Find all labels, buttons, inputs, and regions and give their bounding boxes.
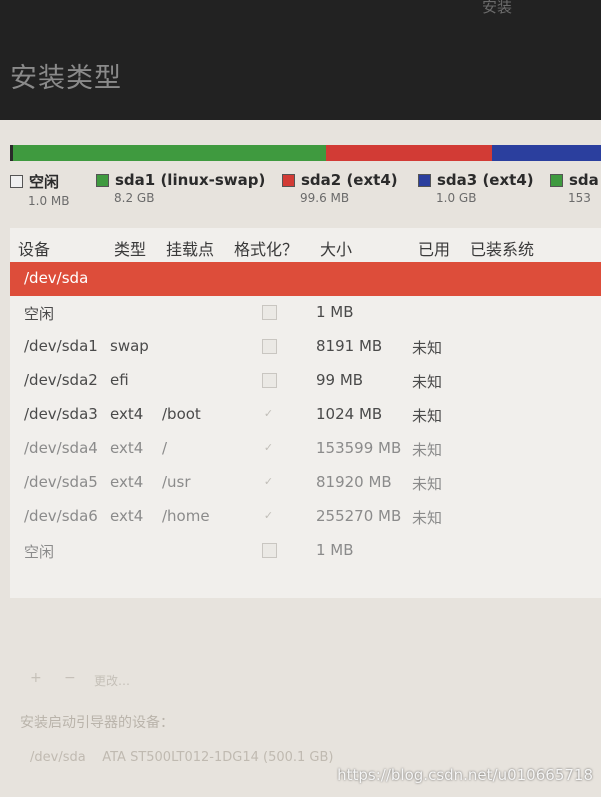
cell-device: /dev/sda2 bbox=[24, 371, 98, 389]
legend-item: sda2 (ext4) 99.6 MB bbox=[282, 171, 398, 205]
cell-device: /dev/sda4 bbox=[24, 439, 98, 457]
format-checkbox[interactable] bbox=[262, 305, 277, 320]
legend-item: sda 153 bbox=[550, 171, 599, 205]
cell-device: /dev/sda6 bbox=[24, 507, 98, 525]
legend-name: sda2 (ext4) bbox=[301, 171, 398, 189]
legend-size: 1.0 GB bbox=[436, 191, 477, 205]
cell-device: 空闲 bbox=[24, 305, 55, 323]
page-title: 安装类型 bbox=[10, 63, 122, 94]
table-row[interactable]: 空闲 1 MB bbox=[10, 296, 601, 330]
header-type[interactable]: 类型 bbox=[114, 236, 146, 260]
partition-segment-sda2 bbox=[326, 145, 492, 161]
bootloader-label: 安装启动引导器的设备： bbox=[20, 715, 174, 731]
cell-used: 未知 bbox=[412, 373, 443, 391]
cell-mount: /home bbox=[162, 507, 210, 525]
table-row[interactable]: /dev/sda6 ext4/home ✓ 255270 MB 未知 bbox=[10, 500, 601, 534]
header-used[interactable]: 已用 bbox=[418, 236, 450, 260]
cell-size: 8191 MB bbox=[316, 337, 383, 355]
legend-swatch-icon bbox=[282, 173, 295, 187]
cell-mount: /boot bbox=[162, 405, 201, 423]
cell-type: ext4 bbox=[110, 507, 144, 525]
cell-device: 空闲 bbox=[24, 543, 55, 561]
partition-legend: 空闲 1.0 MB sda1 (linux-swap) 8.2 GB sda2 (ext… bbox=[10, 171, 601, 215]
cell-device: /dev/sda5 bbox=[24, 473, 98, 491]
header-installed[interactable]: 已装系统 bbox=[470, 236, 534, 260]
table-row[interactable]: 空闲 1 MB bbox=[10, 534, 601, 568]
remove-partition-button[interactable]: − bbox=[64, 670, 76, 686]
legend-swatch-icon bbox=[418, 173, 431, 187]
cell-used: 未知 bbox=[412, 407, 443, 425]
format-checkbox[interactable] bbox=[262, 339, 277, 354]
watermark: https://blog.csdn.net/u010665718 bbox=[337, 766, 593, 784]
add-partition-button[interactable]: + bbox=[30, 670, 42, 686]
legend-item: 空闲 1.0 MB bbox=[10, 171, 69, 208]
cell-used: 未知 bbox=[412, 475, 443, 493]
legend-item: sda1 (linux-swap) 8.2 GB bbox=[96, 171, 265, 205]
legend-size: 153 bbox=[568, 191, 591, 205]
legend-size: 1.0 MB bbox=[28, 194, 70, 208]
cell-type: efi bbox=[110, 371, 129, 389]
bootloader-device: /dev/sda bbox=[30, 750, 86, 765]
cell-device: /dev/sda bbox=[24, 269, 89, 287]
header-device[interactable]: 设备 bbox=[18, 236, 50, 260]
cell-mount: / bbox=[162, 439, 168, 457]
legend-name: 空闲 bbox=[29, 173, 60, 191]
partition-segment-sda1 bbox=[12, 145, 327, 161]
window-header: 安装 安装类型 bbox=[0, 0, 601, 120]
partition-bar bbox=[10, 145, 601, 161]
bootloader-model: ATA ST500LT012-1DG14 (500.1 GB) bbox=[102, 750, 334, 765]
format-checkbox[interactable]: ✓ bbox=[262, 407, 275, 420]
table-row[interactable]: /dev/sda4 ext4 / ✓ 153599 MB 未知 bbox=[10, 432, 601, 466]
cell-size: 1 MB bbox=[316, 541, 354, 559]
legend-swatch-icon bbox=[96, 173, 109, 187]
cell-type: ext4 bbox=[110, 439, 144, 457]
cell-used: 未知 bbox=[412, 509, 443, 527]
cell-used: 未知 bbox=[412, 441, 443, 459]
change-partition-button[interactable]: 更改… bbox=[94, 672, 130, 689]
legend-name: sda3 (ext4) bbox=[437, 171, 534, 189]
format-checkbox[interactable]: ✓ bbox=[262, 509, 275, 522]
format-checkbox[interactable] bbox=[262, 543, 277, 558]
window-title: 安装 bbox=[482, 0, 513, 16]
cell-size: 153599 MB bbox=[316, 439, 402, 457]
legend-size: 8.2 GB bbox=[114, 191, 155, 205]
table-header: 设备 类型 挂载点 格式化？ 大小 已用 已装系统 bbox=[10, 228, 601, 263]
table-row[interactable]: /dev/sda1 swap 8191 MB 未知 bbox=[10, 330, 601, 364]
cell-size: 1024 MB bbox=[316, 405, 383, 423]
bootloader-device-select[interactable]: /dev/sda ATA ST500LT012-1DG14 (500.1 GB) bbox=[20, 745, 380, 771]
legend-swatch-icon bbox=[550, 173, 563, 187]
format-checkbox[interactable]: ✓ bbox=[262, 441, 275, 454]
legend-item: sda3 (ext4) 1.0 GB bbox=[418, 171, 534, 205]
legend-name: sda bbox=[569, 171, 599, 189]
cell-device: /dev/sda1 bbox=[24, 337, 98, 355]
partition-segment-sda3 bbox=[491, 145, 601, 161]
cell-type: ext4 bbox=[110, 473, 144, 491]
header-mount[interactable]: 挂载点 bbox=[166, 236, 214, 260]
table-row[interactable]: /dev/sda2 efi 99 MB 未知 bbox=[10, 364, 601, 398]
legend-size: 99.6 MB bbox=[300, 191, 350, 205]
header-format[interactable]: 格式化？ bbox=[234, 236, 298, 260]
format-checkbox[interactable] bbox=[262, 373, 277, 388]
table-row[interactable]: /dev/sda3 ext4/boot ✓ 1024 MB 未知 bbox=[10, 398, 601, 432]
partition-table[interactable]: 设备 类型 挂载点 格式化？ 大小 已用 已装系统 /dev/sda 空闲 1 MB… bbox=[10, 228, 601, 598]
cell-size: 255270 MB bbox=[316, 507, 402, 525]
cell-used: 未知 bbox=[412, 339, 443, 357]
cell-size: 99 MB bbox=[316, 371, 364, 389]
table-row[interactable]: /dev/sda5 ext4/usr ✓ 81920 MB 未知 bbox=[10, 466, 601, 500]
cell-mount: /usr bbox=[162, 473, 191, 491]
legend-swatch-icon bbox=[10, 175, 23, 188]
cell-type: swap bbox=[110, 337, 149, 355]
cell-type: ext4 bbox=[110, 405, 144, 423]
cell-device: /dev/sda3 bbox=[24, 405, 98, 423]
format-checkbox[interactable]: ✓ bbox=[262, 475, 275, 488]
table-row[interactable]: /dev/sda bbox=[10, 262, 601, 296]
legend-name: sda1 (linux-swap) bbox=[115, 171, 266, 189]
cell-size: 81920 MB bbox=[316, 473, 392, 491]
header-size[interactable]: 大小 bbox=[320, 236, 352, 260]
cell-size: 1 MB bbox=[316, 303, 354, 321]
